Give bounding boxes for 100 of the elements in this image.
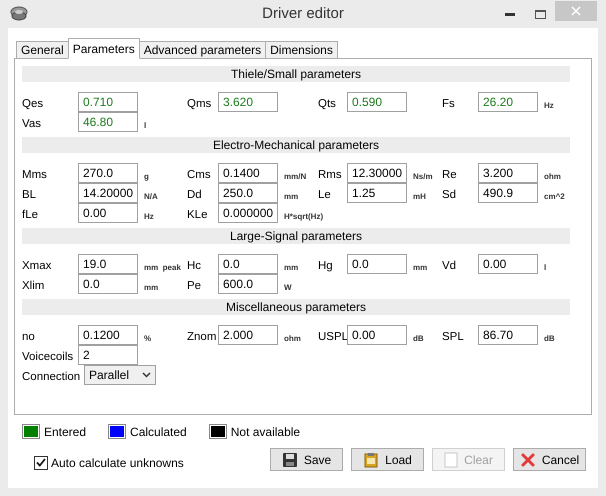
section-header: Electro-Mechanical parameters	[22, 137, 570, 153]
value-field[interactable]: 270.0	[78, 163, 138, 183]
unit-label: dB	[543, 332, 555, 342]
value-field[interactable]: 2.000	[218, 325, 278, 345]
value-field[interactable]: 0.0	[218, 254, 278, 274]
field-label: fLe	[22, 208, 38, 221]
value-field[interactable]: 490.9	[478, 183, 538, 203]
field-label: KLe	[187, 208, 208, 221]
value-field[interactable]: 0.1200	[78, 325, 138, 345]
value-field[interactable]: 46.80	[78, 112, 138, 132]
connection-dropdown[interactable]: Parallel	[84, 365, 156, 385]
field-label: Xlim	[22, 279, 44, 292]
field-label: Pe	[187, 279, 202, 292]
value-field[interactable]: 0.710	[78, 92, 138, 112]
field-label: BL	[22, 188, 36, 201]
field-label: Re	[442, 168, 457, 181]
maximize-icon	[534, 10, 546, 18]
checkbox-label: Auto calculate unknowns	[51, 456, 184, 470]
value-field[interactable]: 0.1400	[218, 163, 278, 183]
tab[interactable]: Advanced parameters	[138, 41, 266, 58]
value-field[interactable]: 600.0	[218, 274, 278, 294]
save-button[interactable]: Save	[270, 448, 343, 471]
chevron-down-icon	[142, 372, 151, 378]
value-field[interactable]: 3.200	[478, 163, 538, 183]
unit-label: mm	[283, 190, 298, 200]
tab[interactable]: Dimensions	[265, 41, 338, 58]
unit-label: mH	[412, 190, 426, 200]
section-header: Miscellaneous parameters	[22, 299, 570, 315]
field-label: Sd	[442, 188, 456, 201]
tab[interactable]: Parameters	[68, 38, 140, 59]
speaker-icon	[10, 6, 28, 22]
checkmark-icon	[36, 458, 46, 467]
unit-label: mm peak	[143, 262, 181, 272]
blank-page-icon	[444, 452, 458, 468]
value-field[interactable]: 19.0	[78, 254, 138, 274]
unit-label: dB	[412, 332, 424, 342]
value-field[interactable]: 0.000000	[218, 203, 278, 223]
field-label: Znom	[187, 330, 216, 343]
tab[interactable]: General	[16, 41, 69, 58]
unit-label: W	[283, 282, 292, 292]
value-field[interactable]: 2	[78, 345, 138, 365]
value-field[interactable]: 1.25	[347, 183, 407, 203]
unit-label: mm	[412, 262, 428, 272]
unit-label: H*sqrt(Hz)	[283, 210, 324, 220]
unit-label: Ns/m	[412, 170, 433, 180]
section-header: Large-Signal parameters	[22, 228, 570, 244]
unit-label: mm	[283, 262, 298, 272]
unit-label: Hz	[143, 210, 154, 220]
unit-label: Hz	[543, 100, 554, 110]
legend-label: Not available	[230, 424, 300, 438]
legend-label: Entered	[44, 424, 86, 438]
field-label: SPL	[442, 330, 464, 343]
value-field[interactable]: 26.20	[478, 92, 538, 112]
unit-label: N/A	[143, 190, 158, 200]
unit-label: cm^2	[543, 190, 565, 200]
unit-label: l	[143, 120, 146, 130]
field-label: Qes	[22, 97, 44, 110]
value-field[interactable]: 0.590	[347, 92, 407, 112]
value-field[interactable]: 0.00	[347, 325, 407, 345]
unit-label: mm/N	[283, 170, 306, 180]
minimize-icon	[505, 12, 515, 16]
field-label: Qts	[318, 97, 336, 110]
color-swatch	[108, 424, 126, 439]
field-label: Xmax	[22, 259, 52, 272]
value-field[interactable]: 14.20000	[78, 183, 138, 203]
legend-label: Calculated	[130, 424, 187, 438]
field-label: Hg	[318, 259, 333, 272]
value-field[interactable]: 12.30000	[347, 163, 407, 183]
section-header: Thiele/Small parameters	[22, 66, 570, 82]
field-label: Qms	[187, 97, 212, 110]
value-field[interactable]: 0.00	[478, 254, 538, 274]
color-swatch	[208, 424, 227, 439]
unit-label: ohm	[283, 332, 301, 342]
value-field[interactable]: 86.70	[478, 325, 538, 345]
value-field[interactable]: 0.0	[78, 274, 138, 294]
value-field[interactable]: 250.0	[218, 183, 278, 203]
cancel-button[interactable]: Cancel	[513, 448, 586, 471]
unit-label: ohm	[543, 170, 561, 180]
field-label: Hc	[187, 259, 202, 272]
field-label: Voicecoils	[22, 350, 74, 363]
field-label: Le	[318, 188, 331, 201]
color-swatch	[22, 424, 40, 439]
value-field[interactable]: 0.00	[78, 203, 138, 223]
field-label: no	[22, 330, 35, 343]
field-label: Fs	[442, 97, 455, 110]
close-icon	[571, 6, 581, 16]
field-label: Connection	[22, 370, 80, 383]
field-label: USPL	[318, 330, 348, 343]
load-button[interactable]: Load	[351, 448, 424, 471]
unit-label: %	[143, 332, 152, 342]
value-field[interactable]: 3.620	[218, 92, 278, 112]
value-field[interactable]: 0.0	[347, 254, 407, 274]
unit-label: mm	[143, 282, 158, 292]
field-label: Mms	[22, 168, 47, 181]
field-label: Vas	[22, 117, 41, 130]
field-label: Dd	[187, 188, 202, 201]
field-label: Cms	[187, 168, 211, 181]
unit-label: g	[143, 170, 149, 180]
window-title: Driver editor	[261, 5, 345, 22]
checkbox[interactable]	[34, 456, 48, 470]
